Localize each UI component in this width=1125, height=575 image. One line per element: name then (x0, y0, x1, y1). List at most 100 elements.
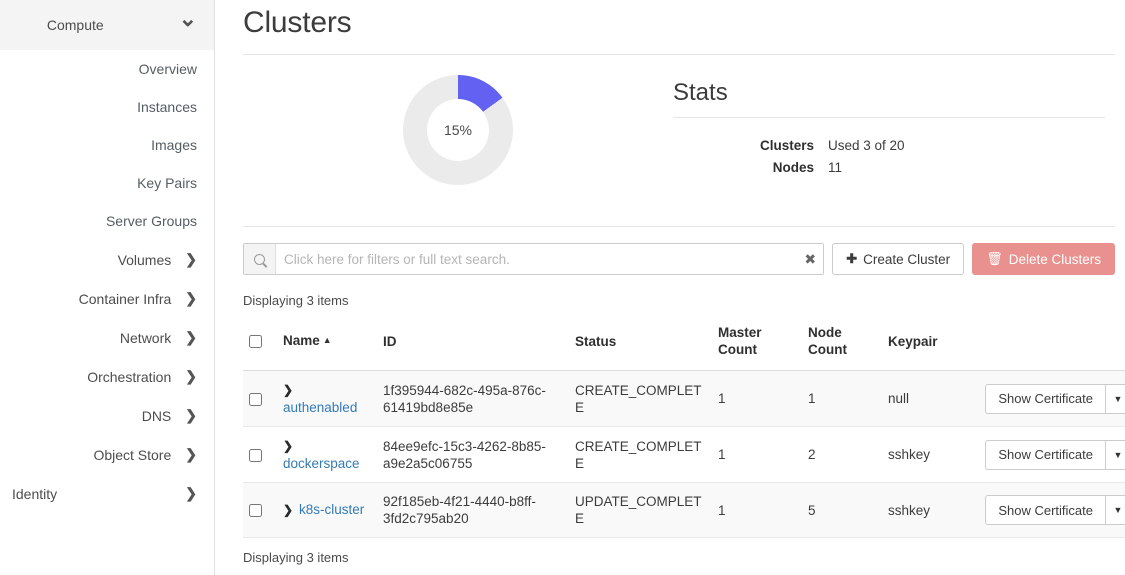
cell-status: CREATE_COMPLETE (569, 371, 712, 427)
stats-row-value: Used 3 of 20 (828, 136, 905, 156)
sidebar-group-label: Compute (47, 17, 144, 33)
stats-row: Nodes11 (673, 156, 1105, 178)
expand-row-icon[interactable] (283, 438, 299, 455)
stats-row-value: 11 (828, 158, 842, 178)
expand-row-icon[interactable] (283, 382, 299, 399)
displaying-count-bottom: Displaying 3 items (243, 538, 1115, 565)
donut-center-label: 15% (427, 99, 489, 161)
sidebar-panels: Volumes Container Infra NetworkOrchestrati… (0, 240, 214, 513)
cell-node-count: 2 (802, 427, 882, 483)
chevron-right-icon (185, 486, 197, 501)
cell-id: 1f395944-682c-495a-876c-61419bd8e85e (377, 371, 569, 427)
table-body: authenabled 1f395944-682c-495a-876c-61419… (243, 371, 1125, 538)
show-certificate-button[interactable]: Show Certificate (985, 384, 1105, 414)
row-actions-dropdown-toggle[interactable] (1105, 440, 1125, 470)
chevron-right-icon (185, 369, 197, 384)
row-actions-dropdown-toggle[interactable] (1105, 384, 1125, 414)
create-cluster-button[interactable]: Create Cluster (832, 243, 964, 275)
row-select-checkbox[interactable] (249, 393, 262, 406)
sidebar-panel-volumes[interactable]: Volumes (0, 240, 214, 279)
column-header-id[interactable]: ID (377, 318, 569, 371)
cell-name: k8s-cluster (277, 483, 377, 538)
show-certificate-button[interactable]: Show Certificate (985, 495, 1105, 525)
sidebar-item-server-groups[interactable]: Server Groups (0, 202, 214, 240)
donut-chart-wrap: 15% (243, 71, 673, 185)
cluster-name-link[interactable]: authenabled (283, 400, 357, 415)
stats-row-label: Clusters (673, 136, 828, 156)
row-select-cell (243, 483, 277, 538)
column-header-node-count[interactable]: Node Count (802, 318, 882, 371)
chevron-right-icon (185, 252, 197, 267)
cell-node-count: 1 (802, 371, 882, 427)
sidebar-panel-dns[interactable]: DNS (0, 396, 214, 435)
sidebar-item-overview[interactable]: Overview (0, 50, 214, 88)
column-header-status[interactable]: Status (569, 318, 712, 371)
cluster-name-link[interactable]: k8s-cluster (299, 502, 364, 517)
caret-down-icon (1114, 450, 1123, 460)
sidebar-item-instances[interactable]: Instances (0, 88, 214, 126)
sidebar-panel-orchestration[interactable]: Orchestration (0, 357, 214, 396)
chevron-down-icon (179, 14, 197, 36)
sidebar-panel-label: Container Infra (12, 291, 185, 307)
sidebar-panel-object-store[interactable]: Object Store (0, 435, 214, 474)
search-box[interactable]: ✖ (243, 243, 824, 275)
create-cluster-label: Create Cluster (863, 252, 950, 267)
cell-master-count: 1 (712, 371, 802, 427)
sidebar-panel-container-infra[interactable]: Container Infra (0, 279, 214, 318)
sidebar-item-label: Instances (137, 99, 197, 115)
cell-actions: Show Certificate (977, 483, 1125, 538)
delete-clusters-label: Delete Clusters (1009, 252, 1101, 267)
row-select-checkbox[interactable] (249, 504, 262, 517)
select-all-checkbox[interactable] (249, 335, 262, 348)
sidebar-panel-label: Object Store (12, 447, 185, 463)
cell-actions: Show Certificate (977, 371, 1125, 427)
stats-title: Stats (673, 71, 1105, 117)
sidebar-item-key-pairs[interactable]: Key Pairs (0, 164, 214, 202)
row-actions-dropdown-toggle[interactable] (1105, 495, 1125, 525)
page-title: Clusters (243, 0, 1115, 54)
sidebar-group-compute[interactable]: Compute (0, 0, 214, 50)
sidebar-item-label: Key Pairs (137, 175, 197, 191)
sidebar: Compute Overview Instances Images Key Pairs… (0, 0, 215, 575)
column-header-actions (977, 318, 1125, 371)
show-certificate-button[interactable]: Show Certificate (985, 440, 1105, 470)
column-header-master-count[interactable]: Master Count (712, 318, 802, 371)
stats-rows: ClustersUsed 3 of 20Nodes11 (673, 118, 1105, 178)
chevron-right-icon (185, 291, 197, 306)
clear-icon[interactable]: ✖ (797, 244, 823, 274)
search-input[interactable] (276, 245, 797, 273)
main-content: Clusters 15% Stats ClustersUsed 3 of 20N… (215, 0, 1125, 575)
sidebar-panel-network[interactable]: Network (0, 318, 214, 357)
toolbar: ✖ Create Cluster Delete Clusters (243, 227, 1115, 275)
expand-row-icon[interactable] (283, 502, 299, 519)
column-header-name[interactable]: Name (277, 318, 377, 371)
search-icon[interactable] (244, 244, 276, 274)
sidebar-panel-identity[interactable]: Identity (0, 474, 214, 513)
sort-asc-icon (323, 335, 332, 345)
sidebar-subitems: Overview Instances Images Key Pairs Server G… (0, 50, 214, 240)
cluster-name-link[interactable]: dockerspace (283, 456, 360, 471)
chevron-right-icon (185, 408, 197, 423)
cell-name: dockerspace (277, 427, 377, 483)
cell-actions: Show Certificate (977, 427, 1125, 483)
sidebar-item-label: Server Groups (106, 213, 197, 229)
quota-donut-chart: 15% (403, 75, 513, 185)
cell-keypair: sshkey (882, 483, 977, 538)
row-action-button-group: Show Certificate (985, 440, 1125, 470)
table-row[interactable]: authenabled 1f395944-682c-495a-876c-61419… (243, 371, 1125, 427)
delete-clusters-button[interactable]: Delete Clusters (972, 243, 1115, 275)
chevron-right-icon (185, 447, 197, 462)
sidebar-item-images[interactable]: Images (0, 126, 214, 164)
table-row[interactable]: dockerspace 84ee9efc-15c3-4262-8b85-a9e2a… (243, 427, 1125, 483)
cell-master-count: 1 (712, 427, 802, 483)
column-header-keypair[interactable]: Keypair (882, 318, 977, 371)
cell-name: authenabled (277, 371, 377, 427)
stats-panel: Stats ClustersUsed 3 of 20Nodes11 (673, 71, 1115, 178)
stats-row: ClustersUsed 3 of 20 (673, 134, 1105, 156)
cell-keypair: null (882, 371, 977, 427)
summary-area: 15% Stats ClustersUsed 3 of 20Nodes11 (243, 55, 1115, 227)
row-select-checkbox[interactable] (249, 449, 262, 462)
table-head: Name ID Status Master Count Node Count K… (243, 318, 1125, 371)
cell-id: 84ee9efc-15c3-4262-8b85-a9e2a5c06755 (377, 427, 569, 483)
table-row[interactable]: k8s-cluster92f185eb-4f21-4440-b8ff-3fd2c… (243, 483, 1125, 538)
